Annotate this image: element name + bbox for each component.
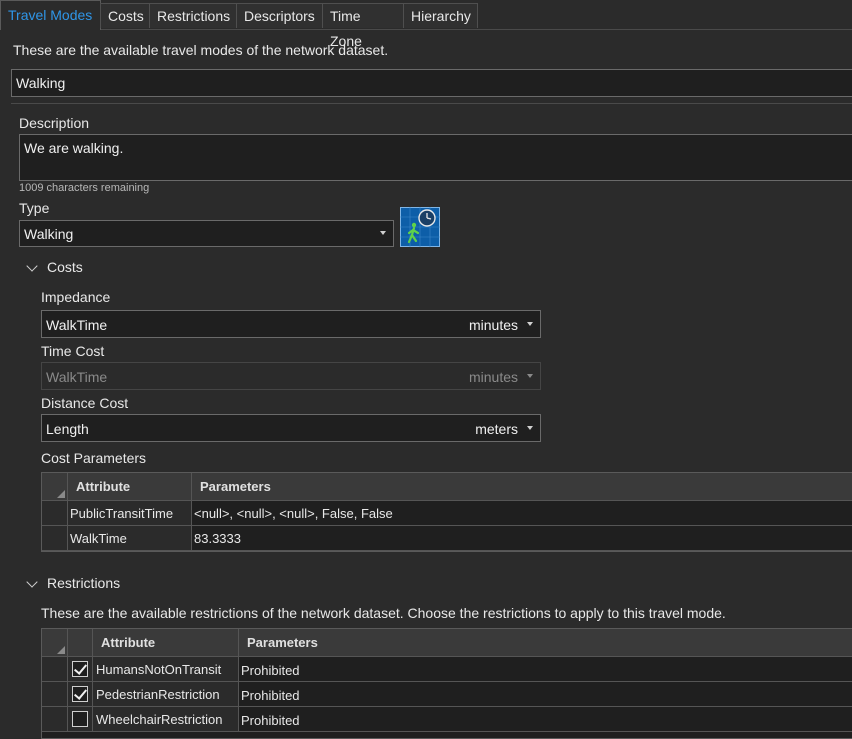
pedestrian-clock-icon[interactable] [400, 207, 440, 247]
table-row-attribute: WheelchairRestriction [93, 707, 239, 732]
column-header-attribute[interactable]: Attribute [93, 629, 239, 657]
time-cost-dropdown: WalkTime minutes [41, 362, 541, 390]
chevron-down-icon [380, 231, 386, 235]
tab-bar: Travel Modes Costs Restrictions Descript… [0, 0, 852, 49]
cost-parameters-label: Cost Parameters [41, 450, 147, 466]
table-row-parameters[interactable]: <null>, <null>, <null>, False, False [192, 501, 852, 526]
restriction-checkbox[interactable] [72, 686, 88, 702]
divider [11, 103, 852, 104]
tab-costs[interactable]: Costs [100, 3, 150, 28]
row-header[interactable] [42, 526, 68, 551]
description-label: Description [19, 115, 90, 131]
row-header[interactable] [42, 682, 68, 707]
row-checkbox-cell [68, 657, 93, 682]
intro-text: These are the available travel modes of … [13, 42, 389, 58]
impedance-unit: minutes [468, 317, 518, 333]
table-row-parameters[interactable]: 83.3333 [192, 526, 852, 551]
table-row-attribute: HumansNotOnTransit [93, 657, 239, 682]
impedance-dropdown[interactable]: WalkTime minutes [41, 310, 541, 338]
chevron-down-icon [527, 374, 533, 378]
restriction-checkbox[interactable] [72, 711, 88, 727]
restriction-checkbox[interactable] [72, 661, 88, 677]
grid-corner[interactable] [42, 629, 68, 657]
table-row-parameters[interactable]: Prohibited [239, 707, 852, 732]
row-header[interactable] [42, 707, 68, 732]
collapse-restrictions-icon[interactable] [26, 576, 38, 588]
travel-mode-name-input[interactable]: Walking [11, 69, 852, 97]
column-header-parameters[interactable]: Parameters [239, 629, 852, 657]
distance-cost-label: Distance Cost [41, 395, 129, 411]
row-checkbox-cell [68, 682, 93, 707]
row-checkbox-cell [68, 707, 93, 732]
collapse-costs-icon[interactable] [26, 260, 38, 272]
table-row-attribute: WalkTime [68, 526, 192, 551]
tab-travel-modes[interactable]: Travel Modes [0, 0, 101, 30]
impedance-value: WalkTime [46, 317, 108, 333]
tab-hierarchy[interactable]: Hierarchy [403, 3, 478, 28]
row-header[interactable] [42, 657, 68, 682]
restrictions-section-header[interactable]: Restrictions [47, 575, 120, 591]
cost-parameters-grid: Attribute Parameters PublicTransitTime <… [41, 472, 852, 552]
impedance-label: Impedance [41, 289, 111, 305]
tab-time-zone[interactable]: Time Zone [322, 3, 404, 49]
time-cost-unit: minutes [468, 369, 518, 385]
restrictions-grid: Attribute Parameters HumansNotOnTransit … [41, 628, 852, 739]
distance-cost-value: Length [46, 421, 89, 437]
table-row-attribute: PedestrianRestriction [93, 682, 239, 707]
type-value: Walking [24, 226, 74, 242]
costs-section-header[interactable]: Costs [47, 259, 83, 275]
type-label: Type [19, 200, 50, 216]
table-row-attribute: PublicTransitTime [68, 501, 192, 526]
grid-corner[interactable] [42, 473, 68, 501]
row-header[interactable] [42, 501, 68, 526]
chevron-down-icon [527, 322, 533, 326]
type-dropdown[interactable]: Walking [19, 220, 394, 247]
column-header-attribute[interactable]: Attribute [68, 473, 192, 501]
distance-cost-dropdown[interactable]: Length meters [41, 414, 541, 442]
time-cost-value: WalkTime [46, 369, 108, 385]
select-all-icon [57, 490, 65, 498]
characters-remaining: 1009 characters remaining [19, 182, 150, 194]
column-header-checkbox[interactable] [68, 629, 93, 657]
select-all-icon [57, 646, 65, 654]
tab-restrictions[interactable]: Restrictions [149, 3, 237, 28]
restrictions-intro: These are the available restrictions of … [41, 605, 726, 621]
time-cost-label: Time Cost [41, 343, 105, 359]
chevron-down-icon [527, 426, 533, 430]
table-row-parameters[interactable]: Prohibited [239, 657, 852, 682]
table-row-parameters[interactable]: Prohibited [239, 682, 852, 707]
distance-cost-unit: meters [475, 421, 518, 437]
column-header-parameters[interactable]: Parameters [192, 473, 852, 501]
tab-descriptors[interactable]: Descriptors [236, 3, 323, 28]
description-textarea[interactable]: We are walking. [19, 134, 852, 181]
